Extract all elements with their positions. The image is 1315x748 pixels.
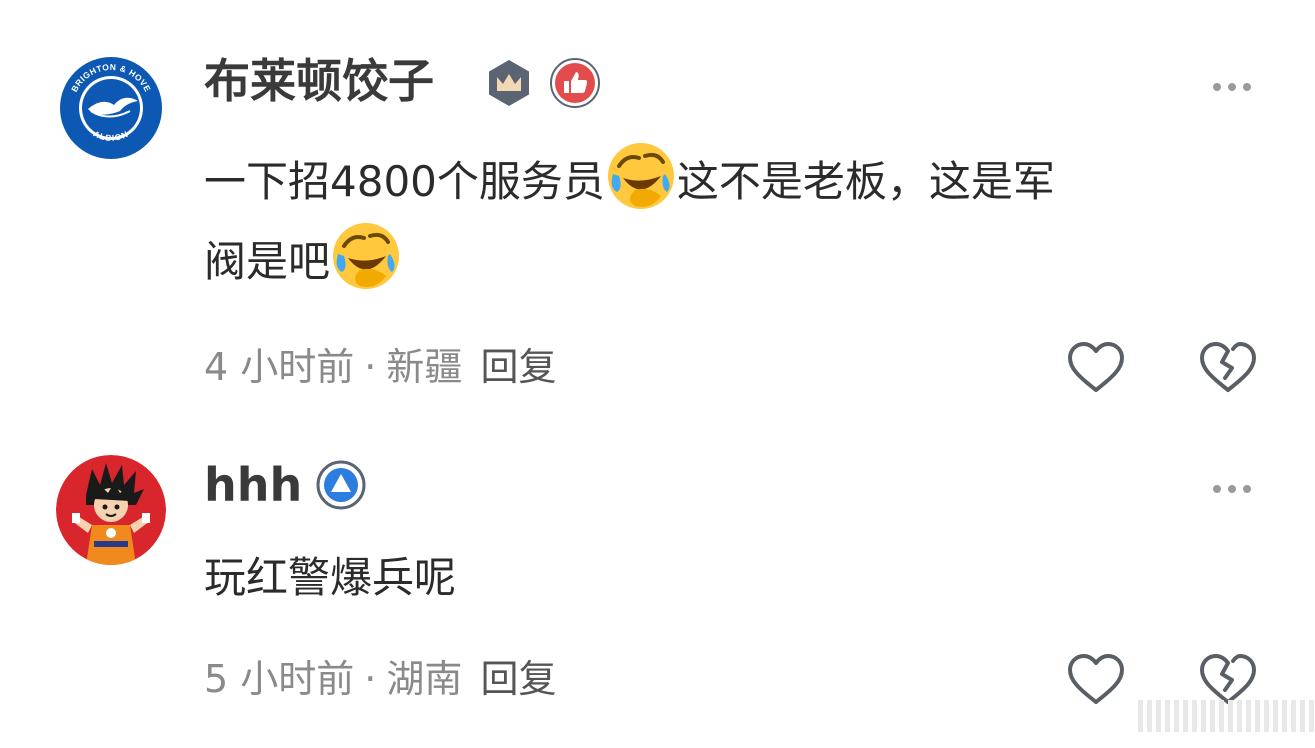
username[interactable]: hhh	[204, 462, 302, 508]
comment-text-part: 阀是吧	[204, 237, 331, 286]
like-heart-icon[interactable]	[1066, 652, 1126, 708]
comment-text-part: 一下招4800个服务员	[204, 157, 605, 206]
more-options-icon[interactable]	[1212, 78, 1252, 91]
laugh-cry-emoji	[605, 140, 677, 212]
thumbs-up-badge-icon[interactable]	[550, 58, 600, 108]
avatar[interactable]: BRIGHTON & HOVE ALBION	[56, 53, 166, 163]
comment-text-part: 这不是老板，这是军	[676, 157, 1055, 206]
crown-badge-icon[interactable]	[484, 58, 534, 108]
like-heart-icon[interactable]	[1066, 340, 1126, 396]
comment-meta: 5 小时前 · 湖南 回复	[204, 660, 556, 698]
dislike-broken-heart-icon[interactable]	[1198, 340, 1258, 396]
watermark-bars	[1138, 700, 1314, 732]
comment-meta: 4 小时前 · 新疆 回复	[204, 348, 556, 386]
triangle-badge-icon[interactable]	[316, 460, 366, 510]
reply-button[interactable]: 回复	[480, 345, 556, 389]
reply-button[interactable]: 回复	[480, 657, 556, 701]
comment-text: 一下招4800个服务员 这不是老板，这是军 阀是吧	[204, 140, 1055, 300]
comment-text: 玩红警爆兵呢	[204, 553, 457, 602]
comment-location: 新疆	[386, 345, 463, 389]
comment-time: 4 小时前	[204, 345, 355, 389]
avatar[interactable]	[56, 455, 166, 565]
comment-location: 湖南	[386, 657, 463, 701]
username[interactable]: 布莱顿饺子	[204, 58, 434, 104]
laugh-cry-emoji	[330, 220, 402, 292]
more-options-icon[interactable]	[1212, 480, 1252, 493]
meta-separator: ·	[364, 657, 377, 701]
meta-separator: ·	[364, 345, 377, 389]
comment-time: 5 小时前	[204, 657, 355, 701]
